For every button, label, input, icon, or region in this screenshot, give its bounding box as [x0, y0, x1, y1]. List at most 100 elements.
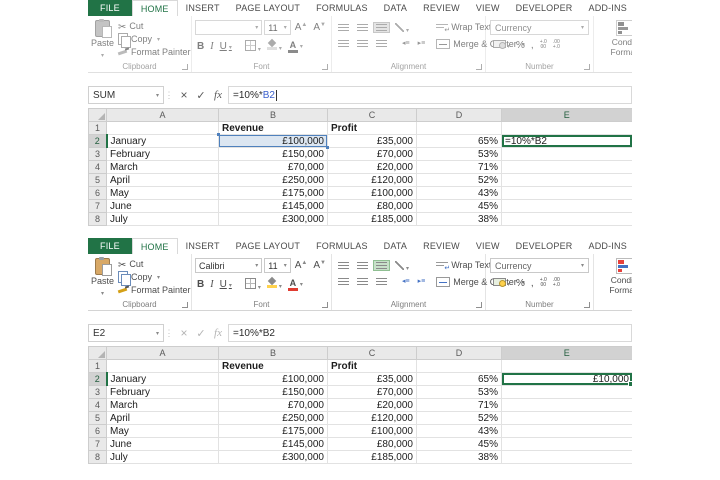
font-name-combobox[interactable] [195, 20, 262, 35]
row-header-5[interactable]: 5 [89, 412, 107, 425]
tab-page-layout[interactable]: PAGE LAYOUT [228, 0, 308, 16]
orientation-button[interactable] [392, 21, 412, 34]
tab-insert[interactable]: INSERT [178, 238, 228, 254]
row-header-8[interactable]: 8 [89, 451, 107, 464]
select-all-corner[interactable] [89, 109, 107, 122]
middle-align-button[interactable] [354, 22, 371, 33]
font-name-combobox[interactable]: Calibri [195, 258, 262, 273]
cell-B7[interactable]: £145,000 [219, 200, 328, 213]
cell-C2[interactable]: £35,000 [328, 135, 417, 148]
percent-style-button[interactable]: % [516, 40, 525, 51]
decrease-indent-button[interactable]: ◂≡ [399, 38, 413, 49]
cell-B2[interactable]: £100,000 [219, 135, 328, 148]
paste-button[interactable]: Paste [91, 18, 114, 60]
grow-font-button[interactable]: A▲ [293, 22, 310, 33]
cell-E4[interactable] [502, 399, 633, 412]
cell-B8[interactable]: £300,000 [219, 451, 328, 464]
tab-review[interactable]: REVIEW [415, 0, 468, 16]
italic-button[interactable]: I [208, 41, 215, 52]
alignment-dialog-launcher-icon[interactable] [476, 302, 482, 308]
cell-C5[interactable]: £120,000 [328, 412, 417, 425]
cancel-button[interactable]: × [176, 88, 192, 102]
cell-E6[interactable] [502, 425, 633, 438]
align-left-button[interactable] [335, 276, 352, 287]
bottom-align-button[interactable] [373, 260, 390, 271]
format-painter-button[interactable]: Format Painter [118, 46, 191, 58]
center-button[interactable] [354, 38, 371, 49]
shrink-font-button[interactable]: A▼ [311, 260, 328, 271]
number-dialog-launcher-icon[interactable] [584, 302, 590, 308]
row-header-2[interactable]: 2 [89, 373, 107, 386]
borders-button[interactable] [243, 40, 263, 54]
cell-C8[interactable]: £185,000 [328, 213, 417, 226]
tab-developer[interactable]: DEVELOPER [508, 0, 581, 16]
row-header-3[interactable]: 3 [89, 148, 107, 161]
insert-function-button[interactable]: fx [210, 327, 226, 339]
font-size-combobox[interactable]: 11 [264, 20, 291, 35]
col-header-A[interactable]: A [107, 109, 219, 122]
fill-color-button[interactable] [265, 40, 284, 53]
col-header-B[interactable]: B [219, 347, 328, 360]
cell-D3[interactable]: 53% [417, 386, 502, 399]
tab-home[interactable]: HOME [132, 238, 178, 254]
cell-B3[interactable]: £150,000 [219, 386, 328, 399]
increase-indent-button[interactable]: ▸≡ [415, 38, 429, 49]
cancel-button[interactable]: × [176, 326, 192, 340]
cell-D4[interactable]: 71% [417, 399, 502, 412]
bold-button[interactable]: B [195, 41, 206, 52]
accounting-format-button[interactable] [493, 277, 510, 289]
increase-indent-button[interactable]: ▸≡ [415, 276, 429, 287]
cell-B2[interactable]: £100,000 [219, 373, 328, 386]
cell-B3[interactable]: £150,000 [219, 148, 328, 161]
row-header-4[interactable]: 4 [89, 161, 107, 174]
decrease-decimal-button[interactable] [553, 278, 560, 288]
tab-home[interactable]: HOME [132, 0, 178, 16]
format-painter-button[interactable]: Format Painter [118, 284, 191, 296]
cell-A4[interactable]: March [107, 161, 219, 174]
col-header-E[interactable]: E [502, 347, 633, 360]
shrink-font-button[interactable]: A▼ [311, 22, 328, 33]
name-box[interactable]: SUM [88, 86, 164, 104]
tab-formulas[interactable]: FORMULAS [308, 238, 376, 254]
cell-A5[interactable]: April [107, 412, 219, 425]
cell-C3[interactable]: £70,000 [328, 386, 417, 399]
row-header-7[interactable]: 7 [89, 438, 107, 451]
col-header-E[interactable]: E [502, 109, 633, 122]
tab-page-layout[interactable]: PAGE LAYOUT [228, 238, 308, 254]
tab-file[interactable]: FILE [88, 0, 132, 16]
number-dialog-launcher-icon[interactable] [584, 64, 590, 70]
center-button[interactable] [354, 276, 371, 287]
cell-D5[interactable]: 52% [417, 174, 502, 187]
cell-B6[interactable]: £175,000 [219, 187, 328, 200]
cell-C3[interactable]: £70,000 [328, 148, 417, 161]
align-right-button[interactable] [373, 276, 390, 287]
cell-E1[interactable] [502, 122, 633, 135]
underline-button[interactable]: U [218, 279, 234, 290]
row-header-7[interactable]: 7 [89, 200, 107, 213]
cell-A7[interactable]: June [107, 200, 219, 213]
cell-C6[interactable]: £100,000 [328, 425, 417, 438]
cell-D2[interactable]: 65% [417, 373, 502, 386]
italic-button[interactable]: I [208, 279, 215, 290]
cell-E8[interactable] [502, 213, 633, 226]
conditional-formatting-button[interactable]: Condit Format [597, 18, 632, 57]
cell-B1[interactable]: Revenue [219, 122, 328, 135]
orientation-button[interactable] [392, 259, 412, 272]
cell-B8[interactable]: £300,000 [219, 213, 328, 226]
cell-A1[interactable] [107, 360, 219, 373]
number-format-dropdown[interactable]: Currency [490, 258, 589, 273]
cell-C8[interactable]: £185,000 [328, 451, 417, 464]
cell-E2[interactable]: =10%*B2 [502, 135, 633, 148]
cell-A2[interactable]: January [107, 135, 219, 148]
comma-style-button[interactable]: , [531, 278, 534, 289]
cell-C2[interactable]: £35,000 [328, 373, 417, 386]
cell-E3[interactable] [502, 148, 633, 161]
paste-dropdown-arrow-icon[interactable] [101, 287, 104, 297]
tab-add-ins[interactable]: ADD-INS [581, 238, 633, 254]
increase-decimal-button[interactable] [540, 278, 547, 288]
cell-D7[interactable]: 45% [417, 438, 502, 451]
font-dialog-launcher-icon[interactable] [322, 64, 328, 70]
col-header-C[interactable]: C [328, 347, 417, 360]
tab-review[interactable]: REVIEW [415, 238, 468, 254]
cell-E4[interactable] [502, 161, 633, 174]
